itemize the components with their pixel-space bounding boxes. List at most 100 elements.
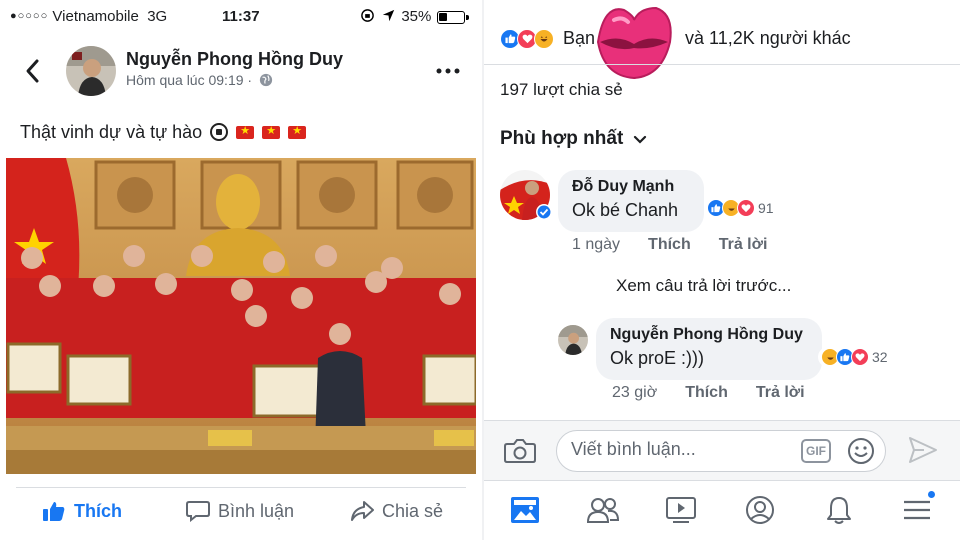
reply-author[interactable]: Nguyễn Phong Hồng Duy (610, 326, 808, 344)
profile-icon (746, 496, 774, 524)
chevron-down-icon (634, 135, 647, 144)
kiss-lips-sticker (596, 6, 672, 80)
nav-profile[interactable] (743, 493, 777, 527)
carrier-signal: ●○○○○ Vietnamobile 3G (10, 8, 167, 25)
comment-icon (186, 501, 210, 522)
sort-label: Phù hợp nhất (500, 128, 624, 149)
comment-input-wrapper: GIF (556, 430, 886, 472)
reactions-suffix: và 11,2K người khác (685, 28, 851, 48)
post-meta: Hôm qua lúc 09:19 · (126, 72, 273, 88)
gif-button[interactable]: GIF (801, 439, 831, 463)
avatar-image (558, 325, 588, 355)
camera-button[interactable] (504, 438, 536, 469)
nav-news-feed[interactable] (508, 493, 542, 527)
network-type: 3G (147, 8, 168, 25)
view-previous-replies[interactable]: Xem câu trả lời trước... (616, 276, 791, 296)
post-panel: ●○○○○ Vietnamobile 3G 11:37 35% Nguyễn P… (0, 0, 482, 540)
share-label: Chia sẻ (382, 500, 444, 521)
reply-reply-button[interactable]: Trả lời (756, 384, 805, 402)
reply-bubble[interactable]: Nguyễn Phong Hồng Duy Ok proE :))) (596, 318, 822, 380)
status-bar: ●○○○○ Vietnamobile 3G 11:37 35% (0, 6, 482, 30)
thumbs-up-icon (43, 502, 65, 521)
reply-meta: 23 giờ Thích Trả lời (612, 384, 805, 402)
send-icon (909, 437, 937, 463)
comment-reply-button[interactable]: Trả lời (719, 236, 768, 254)
menu-notification-dot (927, 490, 936, 499)
soccer-ball-icon (210, 123, 229, 141)
battery-fill (439, 13, 447, 21)
vietnam-flag-icon (236, 124, 255, 139)
more-options-button[interactable] (436, 58, 460, 81)
post-photo[interactable] (6, 158, 476, 474)
status-right: 35% (360, 8, 431, 25)
battery-percent: 35% (401, 8, 432, 25)
post-share-button[interactable]: Chia sẻ (350, 500, 443, 522)
post-author-name[interactable]: Nguyễn Phong Hồng Duy (126, 49, 343, 70)
signal-dots: ●○○○○ (10, 10, 49, 22)
divider (484, 64, 960, 65)
send-button[interactable] (908, 436, 938, 469)
comment-author[interactable]: Đỗ Duy Mạnh (572, 178, 690, 196)
rotation-lock-icon (361, 9, 374, 22)
camera-icon (504, 439, 536, 463)
news-feed-icon (511, 497, 539, 523)
love-reaction-icon (737, 199, 755, 217)
battery-icon (437, 11, 469, 24)
love-reaction-icon (851, 348, 869, 366)
emoji-button[interactable] (847, 437, 875, 470)
share-icon (351, 501, 374, 521)
like-label: Thích (74, 500, 122, 521)
reaction-count: 91 (758, 200, 774, 216)
back-button[interactable] (24, 58, 40, 90)
menu-icon (904, 500, 930, 520)
friends-icon (586, 498, 620, 523)
notifications-icon (827, 497, 851, 524)
reply-reactions[interactable]: 32 (818, 347, 891, 367)
carrier-name: Vietnamobile (52, 8, 139, 25)
bottom-navigation (484, 480, 960, 540)
comment-reactions[interactable]: 91 (704, 198, 777, 218)
reply-like-button[interactable]: Thích (685, 384, 728, 402)
comment-sort-dropdown[interactable]: Phù hợp nhất (500, 128, 647, 150)
haha-reaction-icon (534, 28, 554, 49)
reply-text: Ok proE :))) (610, 348, 705, 368)
comment-input[interactable] (571, 439, 791, 460)
battery-cap (466, 15, 469, 20)
author-avatar[interactable] (66, 46, 116, 96)
chevron-left-icon (26, 59, 39, 83)
reply-avatar[interactable] (558, 325, 588, 355)
photo-image (6, 158, 476, 474)
watch-icon (666, 497, 696, 523)
comment-label: Bình luận (218, 500, 295, 521)
nav-notifications[interactable] (822, 493, 856, 527)
post-caption: Thật vinh dự và tự hào (20, 122, 307, 143)
globe-icon (259, 73, 273, 87)
smiley-icon (848, 438, 874, 464)
post-like-button[interactable]: Thích (42, 500, 122, 522)
comment-time: 1 ngày (572, 236, 621, 253)
caption-text: Thật vinh dự và tự hào (20, 122, 203, 142)
comment-composer: GIF (484, 420, 960, 480)
post-comment-button[interactable]: Bình luận (186, 500, 294, 522)
comment-text: Ok bé Chanh (572, 200, 679, 220)
shares-count[interactable]: 197 lượt chia sẻ (500, 80, 623, 100)
verified-badge-icon (536, 204, 552, 220)
comment-bubble[interactable]: Đỗ Duy Mạnh Ok bé Chanh (558, 170, 704, 232)
clock: 11:37 (222, 8, 260, 25)
reactions-summary[interactable]: Bạn và 11,2K người khác (500, 28, 851, 49)
location-icon (382, 9, 395, 22)
actions-divider (16, 487, 466, 488)
more-icon (436, 68, 460, 74)
reactions-prefix: Bạn (563, 28, 596, 48)
comment-like-button[interactable]: Thích (648, 236, 691, 254)
nav-watch[interactable] (664, 493, 698, 527)
comments-panel: Bạn và 11,2K người khác 197 lượt chia sẻ… (482, 0, 960, 540)
avatar-image (66, 46, 116, 96)
reply-time: 23 giờ (612, 384, 658, 401)
vietnam-flag-icon (288, 124, 307, 139)
vietnam-flag-icon (262, 124, 281, 139)
comment-meta: 1 ngày Thích Trả lời (572, 236, 767, 254)
post-timestamp: Hôm qua lúc 09:19 · (126, 72, 253, 88)
reaction-count: 32 (872, 349, 888, 365)
nav-friends[interactable] (586, 493, 620, 527)
